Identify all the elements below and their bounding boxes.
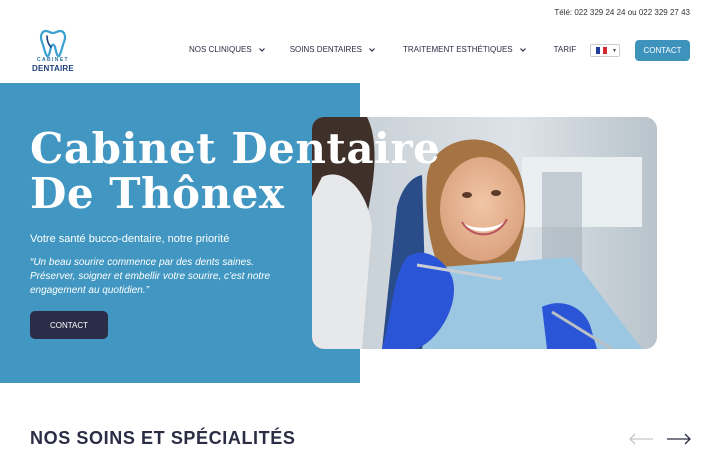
logo-text-dentaire: DENTAIRE [32, 64, 74, 73]
page-title: Cabinet Dentaire De Thônex [30, 124, 441, 218]
arrow-left-icon[interactable] [628, 433, 654, 445]
nav-item-traitement-esthetiques[interactable]: Traitement esthétiques [403, 45, 527, 54]
arrow-right-icon[interactable] [666, 433, 692, 445]
header-contact-button[interactable]: Contact [635, 40, 690, 61]
chevron-down-icon [369, 47, 375, 52]
chevron-down-icon [519, 47, 526, 52]
cabinet-dentaire-logo[interactable]: CABINET DENTAIRE [30, 27, 76, 73]
nav-item-nos-cliniques[interactable]: Nos cliniques [189, 45, 266, 54]
nav-item-label: Soins dentaires [289, 45, 362, 54]
nav-item-tarif[interactable]: Tarif [554, 45, 577, 54]
nav-item-soins-dentaires[interactable]: Soins dentaires [290, 45, 376, 54]
phone-numbers[interactable]: Télé: 022 329 24 24 ou 022 329 27 43 [554, 8, 690, 17]
hero-quote: “Un beau sourire commence par des dents … [30, 257, 271, 296]
nav-item-label: Tarif [553, 45, 577, 54]
main-navigation: Nos cliniques Soins dentaires Traitement… [189, 45, 576, 54]
section-title: Nos soins et spécialités [30, 428, 296, 448]
nav-item-label: Traitement esthétiques [403, 45, 513, 54]
caret-down-icon: ▼ [612, 47, 617, 54]
language-selector[interactable]: ▼ [590, 44, 620, 57]
nav-item-label: Nos cliniques [189, 45, 252, 54]
hero-subtitle: Votre santé bucco-dentaire, notre priori… [30, 233, 230, 245]
chevron-down-icon [258, 47, 265, 52]
tooth-icon [39, 29, 67, 58]
logo-text-cabinet: CABINET [36, 57, 70, 63]
french-flag-icon [596, 47, 608, 54]
hero-contact-button[interactable]: Contact [30, 311, 108, 339]
contact-phone-bar: Télé: 022 329 24 24 ou 022 329 27 43 [554, 8, 690, 17]
